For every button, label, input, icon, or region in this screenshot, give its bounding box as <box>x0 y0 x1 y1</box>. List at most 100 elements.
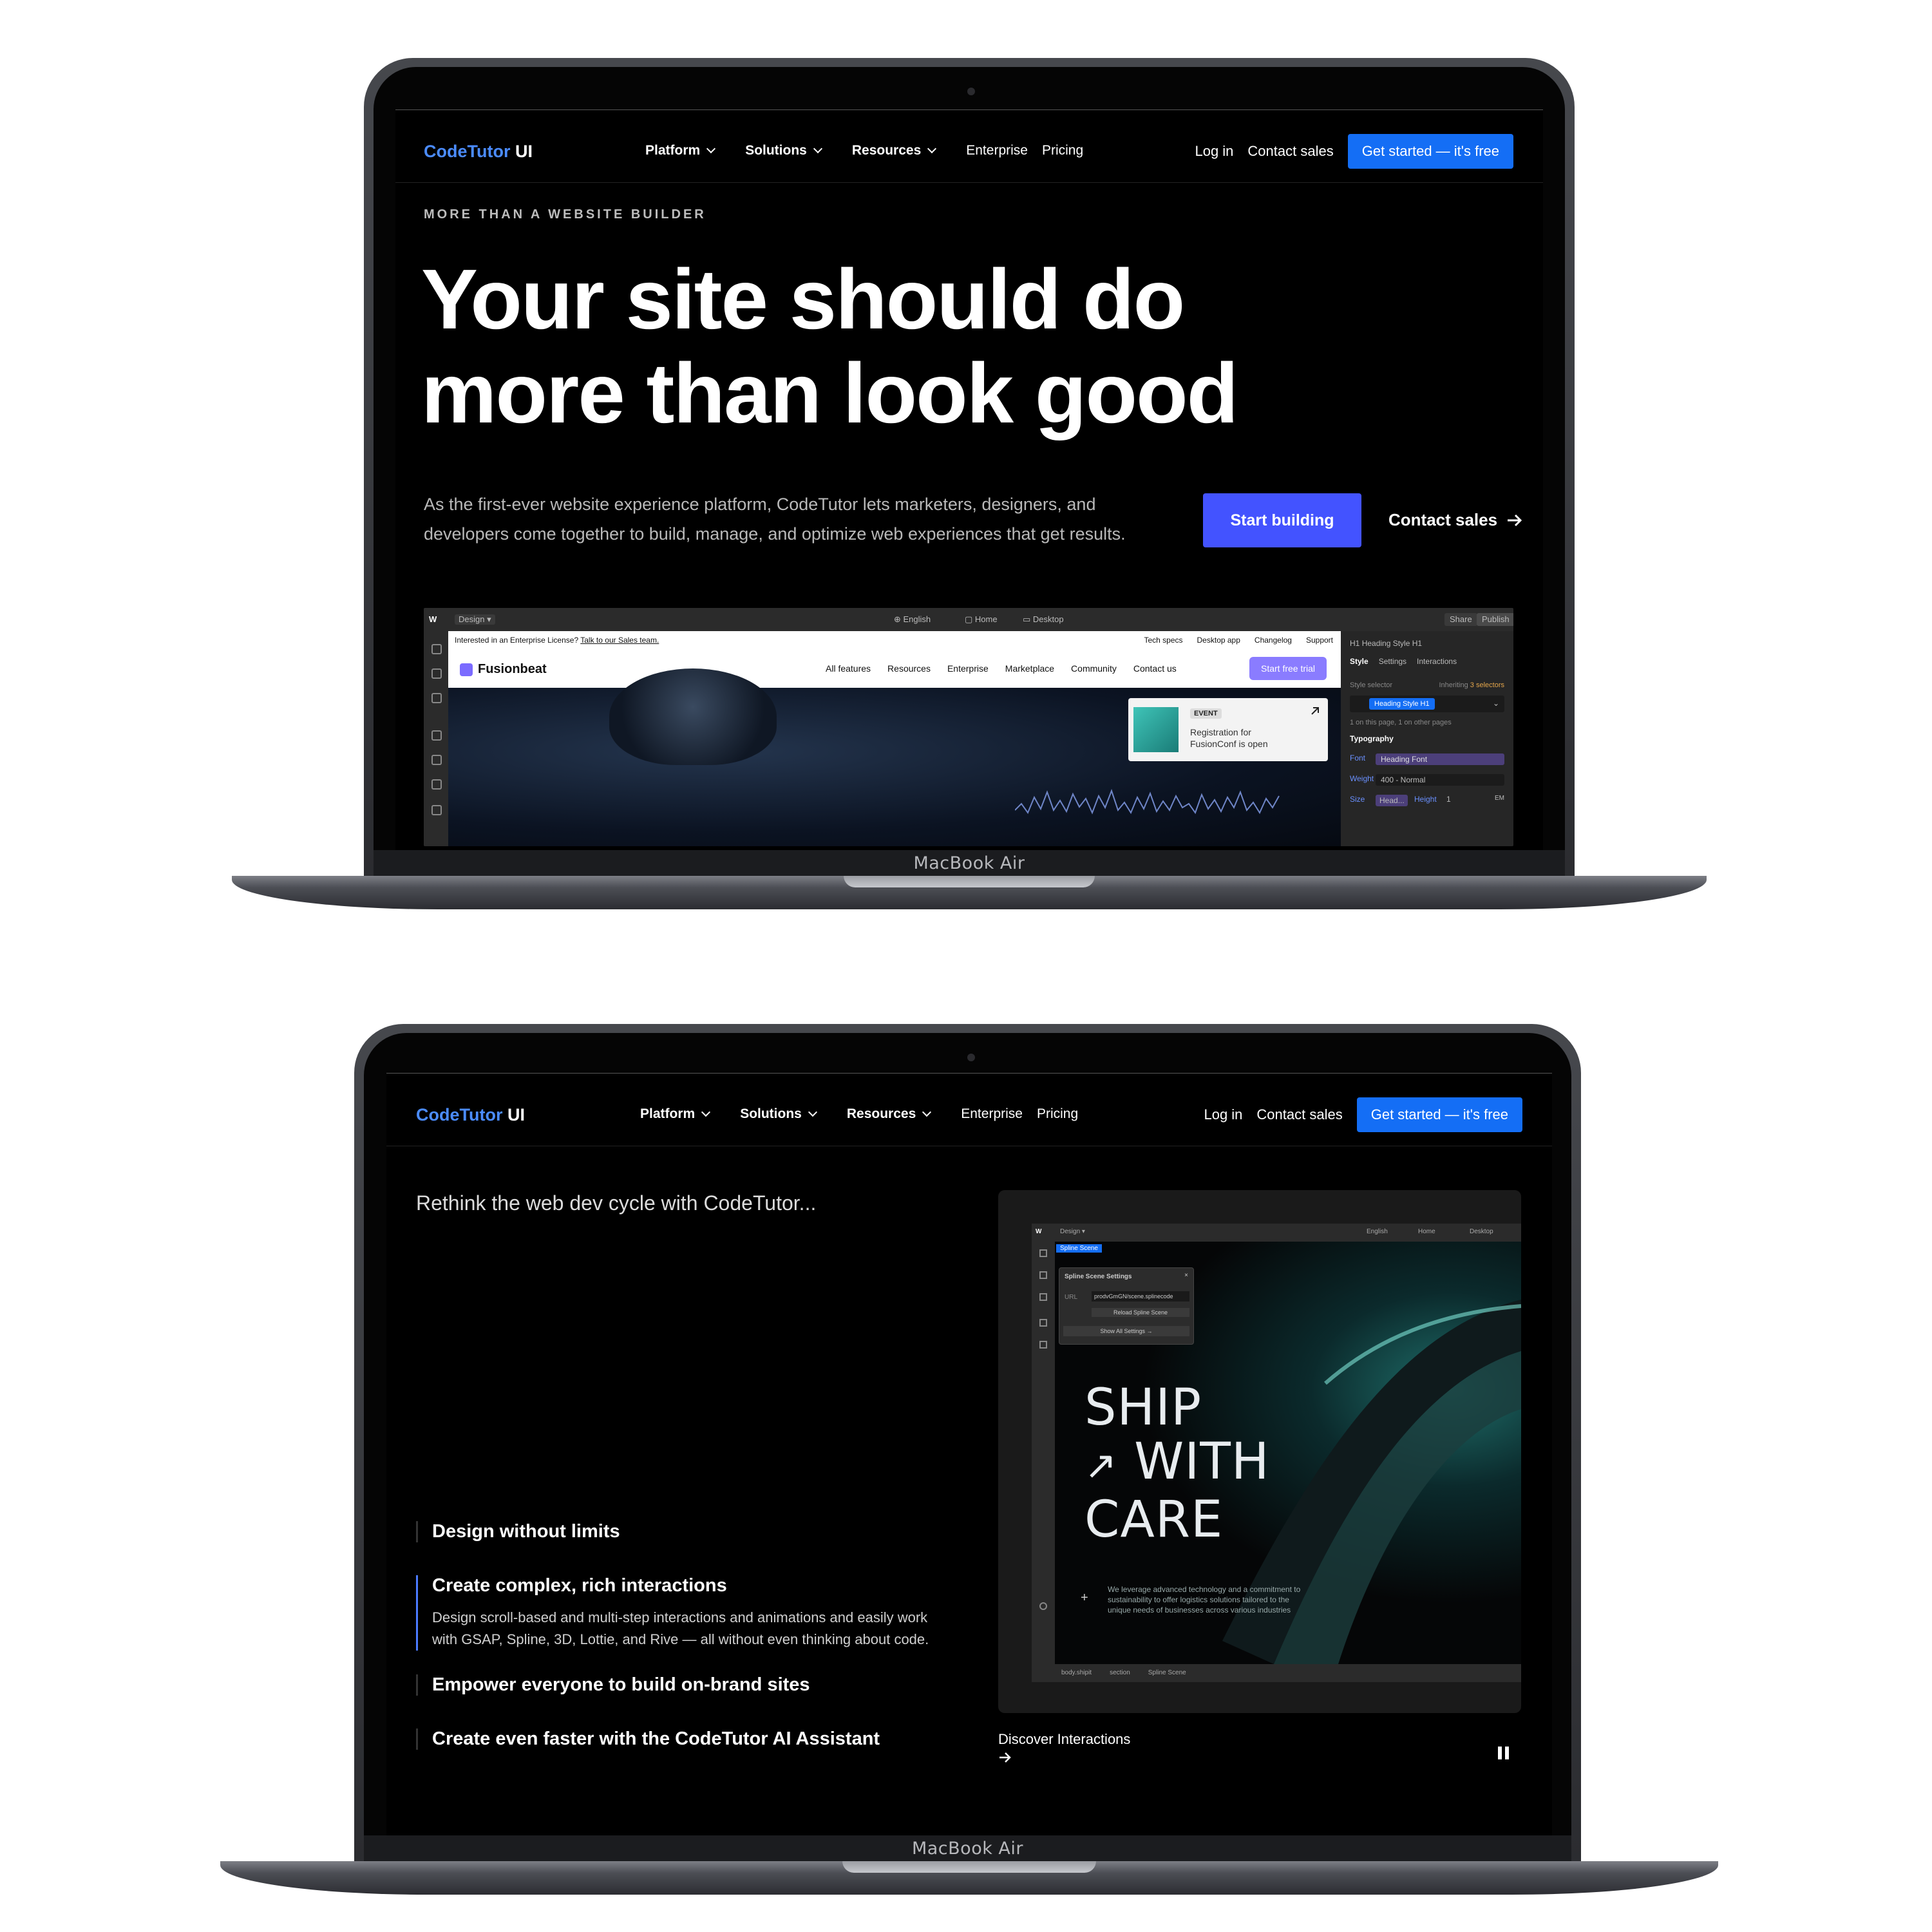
banner-link-tech[interactable]: Tech specs <box>1144 636 1182 645</box>
breakpoint-select[interactable]: Desktop <box>1470 1228 1493 1235</box>
nav-enterprise[interactable]: Enterprise <box>961 1106 1023 1122</box>
weight-select[interactable]: 400 - Normal <box>1376 774 1504 786</box>
inheriting-count[interactable]: 3 selectors <box>1470 681 1504 689</box>
navigator-icon[interactable] <box>1039 1293 1047 1301</box>
fusionbeat-logo[interactable]: Fusionbeat <box>460 662 547 677</box>
url-input[interactable]: prodvGmGN/scene.splinecode <box>1092 1291 1189 1302</box>
variables-icon[interactable] <box>431 779 442 790</box>
banner-link-support[interactable]: Support <box>1306 636 1333 645</box>
fb-nav-community[interactable]: Community <box>1071 663 1117 674</box>
nav-enterprise-label: Enterprise <box>966 143 1028 158</box>
locale-select[interactable]: English <box>1367 1228 1388 1235</box>
close-icon[interactable]: × <box>1184 1272 1188 1279</box>
size-input[interactable]: Head... <box>1376 795 1408 806</box>
demo-canvas: Spline Scene Spline Scene Settings × URL… <box>1055 1242 1521 1664</box>
fb-start-trial-button[interactable]: Start free trial <box>1249 657 1327 680</box>
selector-field[interactable]: Heading Style H1 ⌄ <box>1350 696 1504 712</box>
crumb-spline[interactable]: Spline Scene <box>1148 1669 1186 1682</box>
font-select[interactable]: Heading Font <box>1376 753 1504 765</box>
nav-resources[interactable]: Resources <box>852 143 937 158</box>
reload-scene-button[interactable]: Reload Spline Scene <box>1092 1308 1189 1317</box>
inheriting-text: Inheriting 3 selectors <box>1439 681 1504 689</box>
event-card[interactable]: EVENT Registration for FusionConf is ope… <box>1128 698 1328 761</box>
nav-solutions[interactable]: Solutions <box>745 143 822 158</box>
nav-pricing[interactable]: Pricing <box>1042 143 1083 158</box>
tab-style[interactable]: Style <box>1350 657 1368 666</box>
banner-link-desktop[interactable]: Desktop app <box>1197 636 1240 645</box>
selector-chip[interactable]: Heading Style H1 <box>1369 698 1435 710</box>
assets-icon[interactable] <box>431 755 442 765</box>
crumb-body[interactable]: body.shipit <box>1061 1669 1092 1682</box>
share-button[interactable]: Share <box>1444 613 1477 626</box>
pages-icon[interactable] <box>1039 1271 1047 1279</box>
nav-enterprise[interactable]: Enterprise <box>966 143 1028 158</box>
feature-interactions[interactable]: Create complex, rich interactions Design… <box>416 1575 947 1651</box>
crumb-section[interactable]: section <box>1110 1669 1130 1682</box>
publish-button[interactable]: Publish <box>1477 613 1513 626</box>
selected-element-tag[interactable]: Spline Scene <box>1056 1244 1102 1253</box>
nav-pricing[interactable]: Pricing <box>1037 1106 1078 1122</box>
fb-nav-features[interactable]: All features <box>826 663 871 674</box>
feature-ai[interactable]: Create even faster with the CodeTutor AI… <box>416 1728 880 1750</box>
mode-select[interactable]: Design ▾ <box>455 614 495 625</box>
tab-interactions[interactable]: Interactions <box>1417 657 1457 666</box>
discover-interactions-link[interactable]: Discover Interactions <box>998 1731 1130 1767</box>
page-select[interactable]: Home <box>1418 1228 1435 1235</box>
nav-platform[interactable]: Platform <box>645 143 716 158</box>
brand-logo[interactable]: CodeTutor UI <box>424 142 533 162</box>
navigator-icon[interactable] <box>431 693 442 703</box>
components-icon[interactable] <box>1039 1319 1047 1327</box>
height-input[interactable]: 1 <box>1446 795 1451 804</box>
locale-select[interactable]: ⊕ English <box>894 614 931 625</box>
fb-nav-resources[interactable]: Resources <box>887 663 931 674</box>
nav-solutions-label: Solutions <box>740 1106 802 1121</box>
contact-sales-link[interactable]: Contact sales <box>1247 143 1333 160</box>
add-icon[interactable] <box>1039 1249 1047 1257</box>
banner-link[interactable]: Talk to our Sales team. <box>580 636 659 645</box>
get-started-button[interactable]: Get started — it's free <box>1347 134 1513 169</box>
height-label: Height <box>1414 795 1437 804</box>
laptop-notch <box>844 876 1095 887</box>
banner-links: Tech specs Desktop app Changelog Support <box>1144 636 1333 645</box>
nav-solutions[interactable]: Solutions <box>740 1106 817 1122</box>
pause-button[interactable] <box>1498 1747 1509 1759</box>
size-row: Size Head... Height 1 EM <box>1350 795 1504 806</box>
height-unit[interactable]: EM <box>1495 795 1504 802</box>
ship-headline: SHIP ↗ WITH CARE <box>1084 1381 1270 1547</box>
feature-design[interactable]: Design without limits <box>416 1521 620 1542</box>
feature-brand[interactable]: Empower everyone to build on-brand sites <box>416 1674 810 1696</box>
login-link[interactable]: Log in <box>1195 143 1233 160</box>
contact-sales-link[interactable]: Contact sales <box>1256 1106 1342 1123</box>
brand-logo[interactable]: CodeTutor UI <box>416 1105 525 1125</box>
arrow-up-right-icon: ↗ <box>1084 1443 1118 1488</box>
nav-resources[interactable]: Resources <box>847 1106 932 1122</box>
page-select[interactable]: ▢ Home <box>965 614 998 625</box>
brand-suffix: UI <box>515 141 533 161</box>
start-building-button[interactable]: Start building <box>1203 493 1361 547</box>
components-icon[interactable] <box>431 730 442 741</box>
nav-links: Platform Solutions Resources Enterprise … <box>645 143 1114 158</box>
mode-select[interactable]: Design ▾ <box>1060 1228 1085 1235</box>
ship-line2-label: WITH <box>1134 1433 1270 1491</box>
apps-icon[interactable] <box>431 805 442 815</box>
banner-link-changelog[interactable]: Changelog <box>1255 636 1292 645</box>
fb-nav-enterprise[interactable]: Enterprise <box>947 663 989 674</box>
size-label: Size <box>1350 795 1365 804</box>
section-intro: Rethink the web dev cycle with CodeTutor… <box>416 1191 817 1215</box>
typography-section[interactable]: Typography <box>1350 734 1504 743</box>
tab-settings[interactable]: Settings <box>1379 657 1406 666</box>
fb-nav-marketplace[interactable]: Marketplace <box>1005 663 1054 674</box>
designer-left-toolbar <box>424 631 448 846</box>
settings-icon[interactable] <box>1039 1602 1047 1610</box>
fb-nav-contact[interactable]: Contact us <box>1133 663 1177 674</box>
contact-sales-cta[interactable]: Contact sales <box>1388 510 1523 530</box>
breakpoint-select[interactable]: ▭ Desktop <box>1023 614 1064 625</box>
show-all-settings-button[interactable]: Show All Settings → <box>1063 1326 1189 1336</box>
assets-icon[interactable] <box>1039 1341 1047 1349</box>
add-icon[interactable] <box>431 644 442 654</box>
login-link[interactable]: Log in <box>1204 1106 1242 1123</box>
pages-icon[interactable] <box>431 668 442 679</box>
nav-platform[interactable]: Platform <box>640 1106 711 1122</box>
get-started-button[interactable]: Get started — it's free <box>1356 1097 1522 1132</box>
breakpoint-label: Desktop <box>1032 614 1064 624</box>
